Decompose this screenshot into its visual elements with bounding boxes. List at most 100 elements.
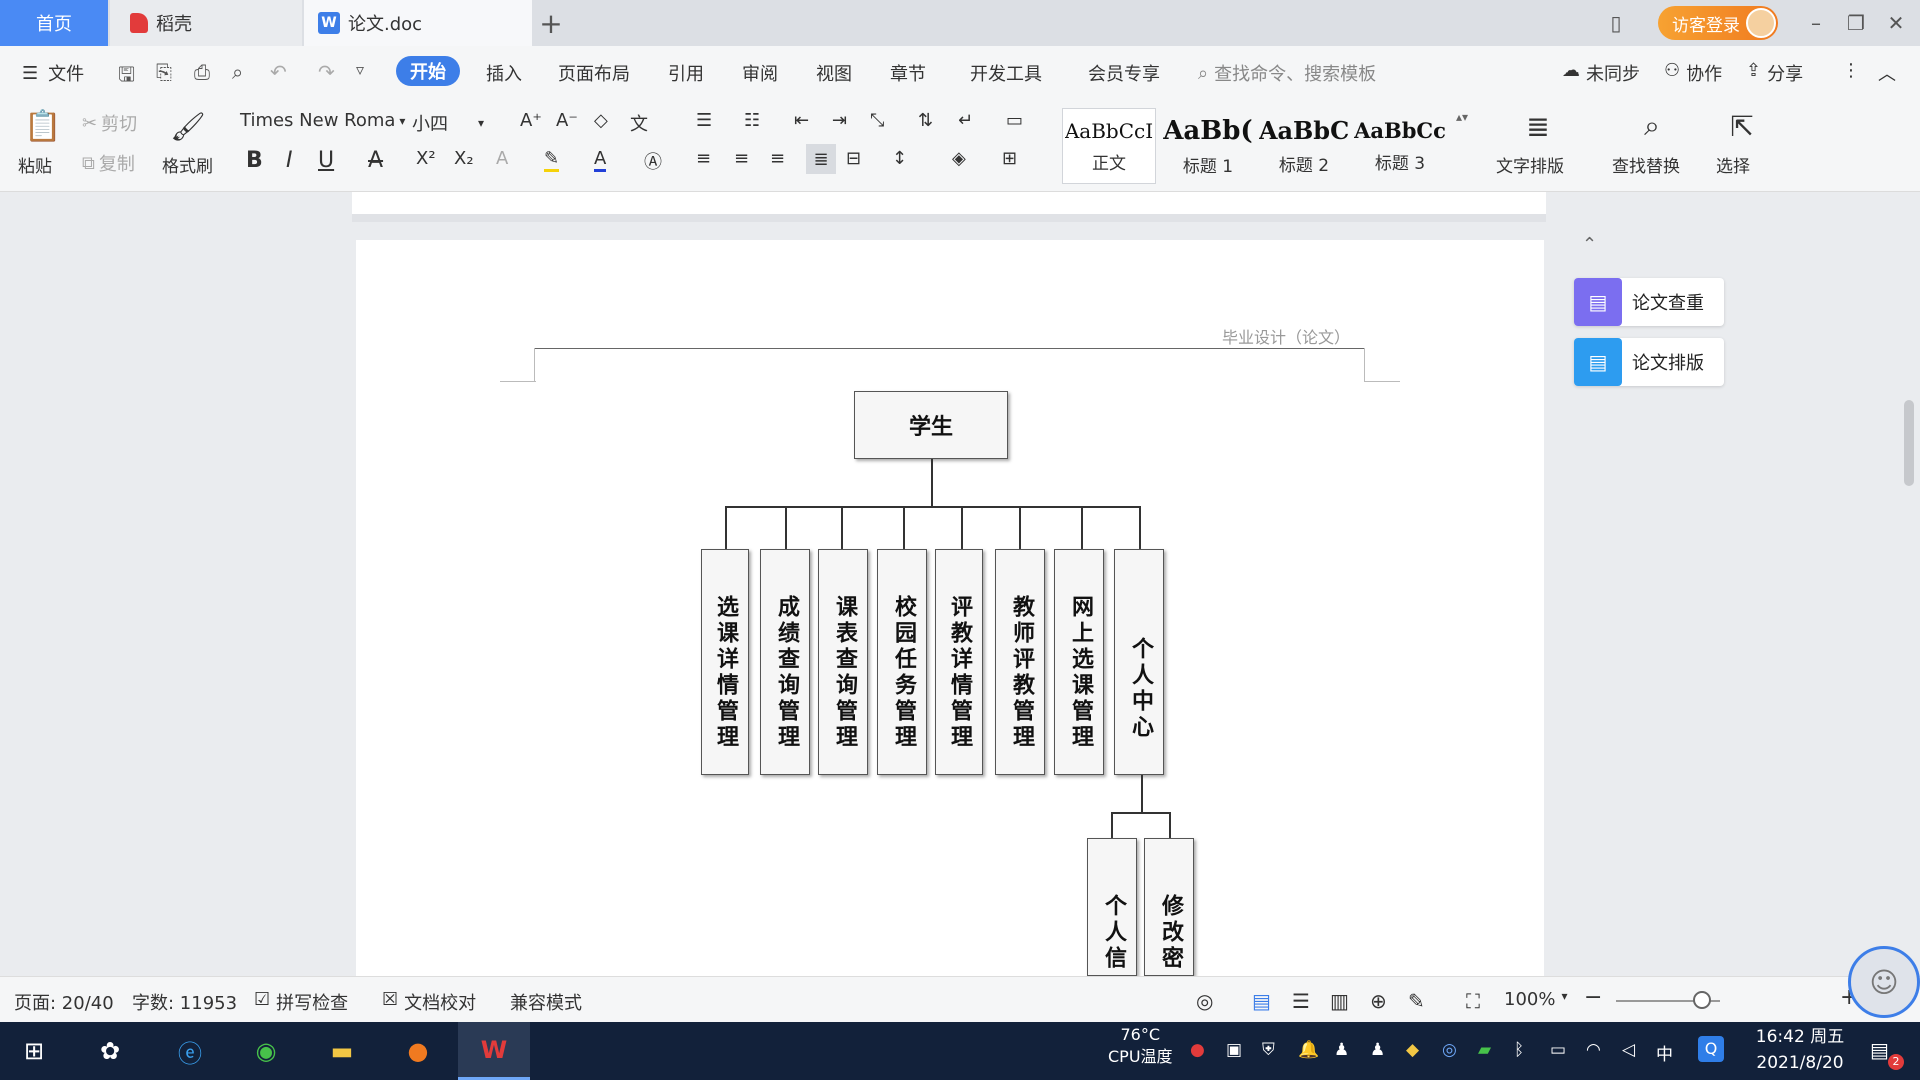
distributed-icon[interactable]: ⊟ <box>846 148 861 169</box>
text-layout-button[interactable]: 文字排版 <box>1496 152 1564 177</box>
italic-icon[interactable]: I <box>286 148 293 173</box>
font-size-select[interactable]: 小四 ▾ <box>412 110 508 136</box>
file-menu[interactable]: ☰ 文件 <box>22 60 84 86</box>
paste-button[interactable]: 粘贴 <box>18 152 52 177</box>
increase-indent-icon[interactable]: ⇥ <box>832 110 847 131</box>
chart-child-node[interactable]: 课表查询管理 <box>818 549 868 775</box>
volume-icon[interactable]: ◁ <box>1622 1040 1635 1060</box>
chart-child-node[interactable]: 个人中心 <box>1114 549 1164 775</box>
tray-app-icon[interactable]: ● <box>1190 1040 1205 1060</box>
subscript-icon[interactable]: X₂ <box>454 148 474 169</box>
notification-center-icon[interactable]: ▤ <box>1870 1038 1889 1062</box>
char-border-icon[interactable]: Ⓐ <box>644 148 662 174</box>
align-left-icon[interactable]: ≡ <box>696 148 711 169</box>
tray-app-icon[interactable]: ◎ <box>1442 1040 1457 1060</box>
sync-button[interactable]: ☁ 未同步 <box>1562 60 1640 86</box>
fit-page-icon[interactable]: ⛶ <box>1466 989 1480 1013</box>
style-heading-3[interactable]: AaBbCc 标题 3 <box>1354 108 1446 184</box>
customize-toolbar-icon[interactable]: ▿ <box>356 60 364 79</box>
menu-dev-tools[interactable]: 开发工具 <box>970 60 1042 86</box>
print-icon[interactable]: ⎙ <box>194 60 210 84</box>
tray-app-icon[interactable]: ▣ <box>1226 1040 1242 1060</box>
page-indicator[interactable]: 页面: 20/40 <box>14 989 114 1015</box>
layout-toggle-icon[interactable]: ▯ <box>1596 0 1636 46</box>
tab-docer[interactable]: 稻壳 <box>110 0 302 46</box>
web-view-icon[interactable]: ⊕ <box>1370 989 1387 1013</box>
vertical-scrollbar[interactable] <box>1896 192 1920 976</box>
wifi-icon[interactable]: ◠ <box>1586 1040 1601 1060</box>
cut-button[interactable]: ✂ 剪切 <box>82 110 137 136</box>
chart-child-node[interactable]: 成绩查询管理 <box>760 549 810 775</box>
select-button[interactable]: 选择 <box>1716 152 1750 177</box>
menu-view[interactable]: 视图 <box>816 60 852 86</box>
zoom-out-icon[interactable]: − <box>1584 985 1602 1010</box>
wps-taskbar-icon[interactable]: W <box>458 1022 530 1080</box>
share-button[interactable]: ⇪ 分享 <box>1746 60 1803 86</box>
tray-app-icon[interactable]: ◆ <box>1406 1040 1419 1060</box>
chart-child-node[interactable]: 教师评教管理 <box>995 549 1045 775</box>
style-normal[interactable]: AaBbCcI 正文 <box>1062 108 1156 184</box>
phonetic-icon[interactable]: 文 <box>630 110 648 136</box>
paste-icon[interactable]: 📋 <box>18 106 68 146</box>
strikethrough-icon[interactable]: A <box>368 148 383 173</box>
highlight-icon[interactable]: ✎ <box>544 148 560 172</box>
app-icon[interactable]: ● <box>398 1031 438 1071</box>
chart-child-node[interactable]: 校园任务管理 <box>877 549 927 775</box>
decrease-indent-icon[interactable]: ⇤ <box>794 110 809 131</box>
proofread-button[interactable]: ☒ 文档校对 <box>382 989 476 1015</box>
ie-browser-icon[interactable]: ⓔ <box>170 1031 210 1071</box>
reading-view-icon[interactable]: ▥ <box>1330 989 1349 1013</box>
line-spacing-icon[interactable]: ↕ <box>892 148 907 169</box>
superscript-icon[interactable]: X² <box>416 148 436 169</box>
close-button[interactable]: ✕ <box>1876 0 1916 46</box>
restore-button[interactable]: ❐ <box>1836 0 1876 46</box>
zoom-select[interactable]: 100% ▾ <box>1504 989 1568 1010</box>
print-preview-icon[interactable]: ⌕ <box>232 60 243 84</box>
underline-icon[interactable]: U <box>318 148 334 173</box>
borders-icon[interactable]: ⊞ <box>1002 148 1017 169</box>
page-view-icon[interactable]: ▤ <box>1252 989 1271 1013</box>
bullet-list-icon[interactable]: ☰ <box>696 110 712 131</box>
app-icon[interactable]: ✿ <box>90 1031 130 1071</box>
styles-scroll-icon[interactable]: ▴▾ <box>1456 110 1468 124</box>
numbered-list-icon[interactable]: ☷ <box>744 110 760 131</box>
browser-icon[interactable]: ◉ <box>246 1031 286 1071</box>
new-tab-button[interactable]: + <box>536 0 566 46</box>
clear-format-icon[interactable]: ◇ <box>594 110 608 131</box>
tab-document[interactable]: W 论文.doc <box>304 0 532 46</box>
chart-grandchild-node[interactable]: 个人信 <box>1087 838 1137 976</box>
more-icon[interactable]: ⋮ <box>1842 60 1860 81</box>
menu-membership[interactable]: 会员专享 <box>1088 60 1160 86</box>
spell-check-button[interactable]: ☑ 拼写检查 <box>254 989 348 1015</box>
scrollbar-thumb[interactable] <box>1904 400 1914 486</box>
save-icon[interactable]: 🖫 <box>118 60 135 94</box>
outline-view-icon[interactable]: ☰ <box>1292 989 1310 1013</box>
line-break-icon[interactable]: ↵ <box>958 110 973 131</box>
copy-button[interactable]: ⧉ 复制 <box>82 150 135 176</box>
chart-child-node[interactable]: 评教详情管理 <box>935 549 983 775</box>
menu-insert[interactable]: 插入 <box>486 60 522 86</box>
find-replace-button[interactable]: 查找替换 <box>1612 152 1680 177</box>
file-explorer-icon[interactable]: ▬ <box>322 1031 362 1071</box>
battery-icon[interactable]: ▭ <box>1550 1040 1566 1060</box>
bold-icon[interactable]: B <box>246 148 263 173</box>
redo-icon[interactable]: ↷ <box>318 60 335 84</box>
system-clock[interactable]: 16:42 周五 2021/8/20 <box>1748 1024 1852 1076</box>
shading-icon[interactable]: ◈ <box>952 148 966 169</box>
format-painter-button[interactable]: 格式刷 <box>162 152 213 177</box>
word-count[interactable]: 字数: 11953 <box>132 989 237 1015</box>
export-pdf-icon[interactable]: ⎘ <box>156 60 172 84</box>
ruler-icon[interactable]: ▭ <box>1006 110 1023 131</box>
chart-grandchild-node[interactable]: 修改密 <box>1144 838 1194 976</box>
grow-font-icon[interactable]: A⁺ <box>520 110 542 131</box>
qq-icon[interactable]: ♟ <box>1370 1040 1385 1060</box>
qq-icon[interactable]: ♟ <box>1334 1040 1349 1060</box>
menu-review[interactable]: 审阅 <box>742 60 778 86</box>
style-heading-1[interactable]: AaBb(标题 1 <box>1162 108 1254 184</box>
align-right-icon[interactable]: ≡ <box>770 148 785 169</box>
magnifier-icon[interactable]: ⌕ <box>1632 106 1672 146</box>
side-panel-collapse-icon[interactable]: ⌃ <box>1582 234 1597 255</box>
bluetooth-icon[interactable]: ᛒ <box>1514 1040 1524 1060</box>
windows-start-icon[interactable]: ⊞ <box>14 1031 54 1071</box>
undo-icon[interactable]: ↶ <box>270 60 287 84</box>
